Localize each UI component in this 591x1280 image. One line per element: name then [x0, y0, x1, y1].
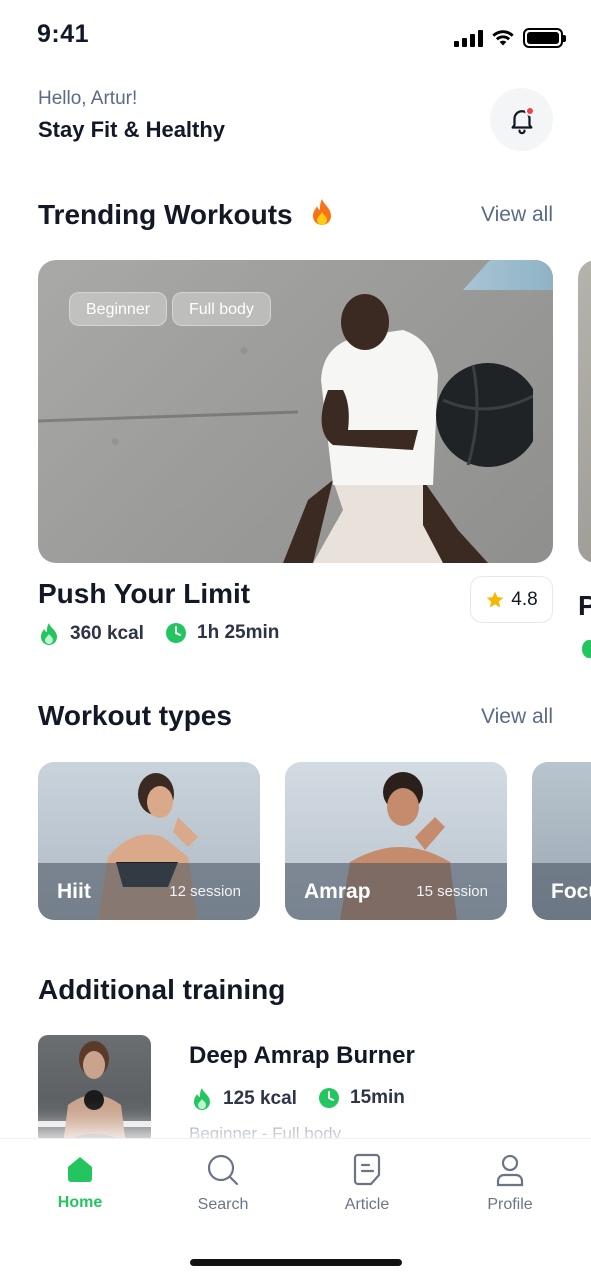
fire-icon [313, 199, 332, 225]
flame-icon [41, 623, 57, 645]
nav-label-article: Article [344, 1196, 390, 1213]
home-icon [68, 1157, 92, 1182]
additional-training-title: Deep Amrap Burner [189, 1042, 415, 1069]
athlete-with-medicine-ball-image [283, 294, 533, 563]
rating-value: 4.8 [511, 588, 538, 610]
trending-card-calories: 360 kcal [38, 622, 144, 646]
workout-type-card-amrap[interactable]: Amrap 15 session [285, 762, 507, 920]
trending-card-title: Push Your Limit [38, 578, 251, 609]
workout-type-overlay: Hiit 12 session [38, 863, 260, 920]
home-indicator-bar[interactable] [190, 1259, 402, 1266]
kettlebell-athlete-image [38, 1041, 151, 1145]
section-title-additional-training: Additional training [38, 974, 286, 1005]
nav-item-home[interactable]: Home [35, 1153, 125, 1212]
next-trending-card-peek[interactable] [578, 260, 591, 563]
tag-body-focus: Full body [172, 292, 271, 326]
additional-training-thumbnail[interactable] [38, 1035, 151, 1145]
flame-icon [194, 1088, 210, 1110]
workout-type-name: Amrap [304, 879, 371, 903]
workout-type-sessions: 12 session [169, 883, 241, 900]
headline-text: Stay Fit & Healthy [38, 117, 226, 142]
status-time: 9:41 [37, 20, 90, 48]
section-title-workout-types: Workout types [38, 700, 232, 731]
trending-title-text: Trending Workouts [38, 199, 293, 230]
profile-icon [496, 1154, 524, 1187]
card-image-wall-crack [38, 410, 298, 423]
nav-item-profile[interactable]: Profile [465, 1153, 555, 1214]
status-bar: 9:41 [0, 0, 591, 70]
search-icon [207, 1154, 239, 1186]
calories-text: 360 kcal [70, 623, 144, 644]
trending-view-all-link[interactable]: View all [481, 203, 553, 227]
duration-text: 1h 25min [197, 622, 280, 643]
nav-label-search: Search [197, 1196, 249, 1213]
trending-card-duration: 1h 25min [165, 622, 279, 644]
duration-text: 15min [350, 1087, 405, 1108]
status-icons [454, 28, 566, 48]
workout-type-overlay: Amrap 15 session [285, 863, 507, 920]
greeting-text: Hello, Artur! [38, 88, 138, 109]
workout-type-card-focus-peek[interactable]: Focu [532, 762, 591, 920]
workout-type-sessions: 15 session [416, 883, 488, 900]
tag-level: Beginner [69, 292, 168, 326]
next-card-title-peek: P [578, 590, 591, 621]
calories-text: 125 kcal [223, 1088, 297, 1109]
workout-type-name: Hiit [57, 879, 91, 903]
workout-type-overlay: Focu [532, 863, 591, 920]
notifications-button[interactable] [490, 88, 553, 151]
workout-types-view-all-link[interactable]: View all [481, 705, 553, 729]
workout-type-card-hiit[interactable]: Hiit 12 session [38, 762, 260, 920]
article-icon [353, 1153, 381, 1186]
notification-dot [525, 106, 535, 116]
additional-training-calories: 125 kcal [191, 1087, 297, 1111]
wifi-icon [492, 30, 514, 46]
battery-icon [523, 28, 566, 48]
cellular-signal-icon [454, 29, 483, 47]
workout-type-name: Focu [551, 879, 591, 903]
additional-training-duration: 15min [318, 1087, 405, 1109]
nav-item-search[interactable]: Search [178, 1153, 268, 1214]
rating-badge: 4.8 [470, 576, 553, 623]
nav-label-profile: Profile [487, 1196, 533, 1213]
next-card-flame-peek-icon [582, 640, 591, 658]
clock-icon [319, 1088, 339, 1108]
section-title-trending: Trending Workouts [38, 198, 334, 231]
star-icon [486, 591, 504, 607]
nav-item-article[interactable]: Article [322, 1153, 412, 1214]
nav-label-home: Home [57, 1194, 103, 1211]
clock-icon [166, 623, 186, 643]
